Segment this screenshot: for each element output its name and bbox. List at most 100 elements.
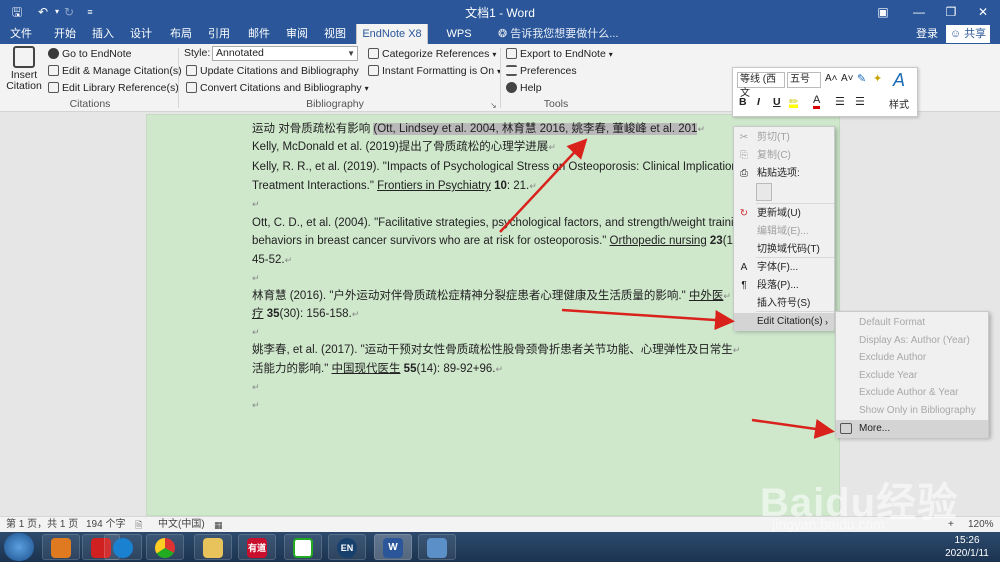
minimize-icon[interactable]: — — [902, 0, 936, 24]
font-color-icon[interactable]: A — [813, 95, 821, 109]
taskbar-youdao[interactable]: 有道 — [238, 534, 276, 560]
insert-citation-button[interactable]: Insert Citation — [6, 46, 42, 96]
login-link[interactable]: 登录 — [916, 24, 938, 44]
document-line[interactable]: ↵ — [252, 323, 260, 341]
taskbar-lang[interactable]: EN — [328, 534, 366, 560]
edit-citations-menu-item[interactable]: Edit Citation(s) › — [734, 313, 834, 331]
submenu-item[interactable]: Show Only in Bibliography — [836, 402, 988, 420]
macro-icon[interactable]: ▦ — [214, 518, 223, 532]
document-line[interactable]: Ott, C. D., et al. (2004). "Facilitative… — [252, 214, 754, 232]
document-line[interactable]: 疗 35(30): 156-158.↵ — [252, 305, 359, 323]
document-line[interactable]: 45-52.↵ — [252, 251, 292, 269]
preferences-button[interactable]: Preferences — [506, 63, 577, 79]
tab-review[interactable]: 审阅 — [280, 24, 314, 44]
page-count[interactable]: 第 1 页，共 1 页 — [6, 518, 78, 532]
proofing-icon[interactable]: 🗎 — [135, 518, 142, 532]
more-menu-item[interactable]: More... — [836, 419, 988, 438]
document-line[interactable]: Treatment Interactions." Frontiers in Ps… — [252, 177, 537, 195]
close-icon[interactable]: ✕ — [966, 0, 1000, 24]
taskbar-chrome[interactable] — [146, 534, 184, 560]
numbering-icon[interactable]: ☰ — [855, 95, 865, 108]
update-citations-button[interactable]: Update Citations and Bibliography — [186, 63, 359, 79]
context-menu-item[interactable]: 编辑域(E)... — [734, 223, 834, 241]
context-menu-item[interactable]: ⎘ 复制(C) — [734, 147, 834, 165]
youdao-icon: 有道 — [247, 538, 267, 558]
document-line[interactable]: 姚李春, et al. (2017). "运动干预对女性骨质疏松性股骨颈骨折患者… — [252, 341, 740, 359]
submenu-item[interactable]: Exclude Author — [836, 349, 988, 367]
document-line[interactable]: behaviors in breast cancer survivors who… — [252, 232, 744, 250]
restore-icon[interactable]: ❐ — [934, 0, 968, 24]
edit-manage-citations-button[interactable]: Edit & Manage Citation(s) — [48, 63, 182, 79]
document-line[interactable]: 林育慧 (2016). "户外运动对伴骨质疏松症精神分裂症患者心理健康及生活质量… — [252, 287, 731, 305]
document-line[interactable]: ↵ — [252, 269, 260, 287]
grow-font-icon[interactable]: A˄ — [825, 73, 838, 84]
context-menu-item[interactable]: ↻ 更新域(U) — [734, 205, 834, 223]
tab-file[interactable]: 文件 — [4, 24, 38, 44]
taskbar-explorer[interactable] — [194, 534, 232, 560]
tab-layout[interactable]: 布局 — [164, 24, 198, 44]
paragraph-mark-icon: ↵ — [252, 199, 260, 209]
document-line[interactable]: ↵ — [252, 396, 260, 414]
taskbar-browser[interactable] — [104, 534, 142, 560]
context-menu-item[interactable]: ✂ 剪切(T) — [734, 129, 834, 147]
go-to-endnote-button[interactable]: Go to EndNote — [48, 46, 131, 62]
document-line[interactable]: Kelly, R. R., et al. (2019). "Impacts of… — [252, 158, 773, 176]
share-button[interactable]: ☺ 共享 — [946, 25, 990, 43]
tell-me-box[interactable]: ❂ 告诉我您想要做什么... — [498, 24, 618, 44]
taskbar-word[interactable]: W — [374, 534, 412, 560]
paste-keep-text-icon[interactable] — [756, 183, 772, 201]
export-label: Export to EndNote — [520, 48, 606, 60]
export-to-endnote-button[interactable]: Export to EndNote ▾ — [506, 46, 613, 62]
instant-formatting-button[interactable]: Instant Formatting is On ▾ — [368, 63, 501, 79]
highlight-icon[interactable]: ✏ — [789, 95, 799, 108]
taskbar-app-3[interactable] — [284, 534, 322, 560]
style-label: Style: — [184, 47, 211, 59]
format-painter-icon[interactable]: ✎ — [857, 72, 866, 85]
language-indicator[interactable]: 中文(中国) — [158, 518, 205, 532]
zoom-level[interactable]: 120% — [968, 518, 994, 532]
italic-button[interactable]: I — [757, 96, 760, 108]
shrink-font-icon[interactable]: A˅ — [841, 73, 854, 84]
ribbon-display-icon[interactable]: ▣ — [866, 0, 900, 24]
document-line[interactable]: ↵ — [252, 195, 260, 213]
start-button[interactable] — [4, 533, 34, 561]
tab-references[interactable]: 引用 — [202, 24, 236, 44]
tab-endnote[interactable]: EndNote X8 — [356, 24, 428, 44]
submenu-item[interactable]: Exclude Author & Year — [836, 384, 988, 402]
paragraph-mark-icon: ↵ — [252, 400, 260, 410]
zoom-in-icon[interactable]: + — [948, 518, 954, 532]
style-select[interactable]: Annotated ▼ — [212, 46, 358, 61]
submenu-item[interactable]: Exclude Year — [836, 367, 988, 385]
help-button[interactable]: Help — [506, 80, 542, 96]
context-menu-item[interactable]: ⎙ 粘贴选项: — [734, 165, 834, 183]
document-line[interactable]: 运动 对骨质疏松有影响 (Ott, Lindsey et al. 2004, 林… — [252, 120, 705, 138]
clear-format-icon[interactable]: ✦ — [873, 72, 882, 85]
submenu-item[interactable]: Default Format — [836, 314, 988, 332]
taskbar-app-4[interactable] — [418, 534, 456, 560]
tab-home[interactable]: 开始 — [48, 24, 82, 44]
tab-mailings[interactable]: 邮件 — [242, 24, 276, 44]
clock[interactable]: 15:26 2020/1/11 — [938, 534, 996, 560]
convert-citations-button[interactable]: Convert Citations and Bibliography ▾ — [186, 80, 369, 96]
document-line[interactable]: Kelly, McDonald et al. (2019)提出了骨质疏松的心理学… — [252, 138, 556, 156]
lightbulb-icon: ❂ — [498, 28, 511, 40]
taskbar-app-1[interactable] — [42, 534, 80, 560]
bold-button[interactable]: B — [739, 96, 747, 108]
tab-design[interactable]: 设计 — [124, 24, 158, 44]
edit-library-reference-button[interactable]: Edit Library Reference(s) — [48, 80, 179, 96]
document-line[interactable]: 活能力的影响." 中国现代医生 55(14): 89-92+96.↵ — [252, 360, 503, 378]
categorize-references-button[interactable]: Categorize References ▾ — [368, 46, 496, 62]
tab-view[interactable]: 视图 — [318, 24, 352, 44]
submenu-item[interactable]: Display As: Author (Year) — [836, 332, 988, 350]
context-menu-item[interactable]: A 字体(F)... — [734, 259, 834, 277]
tab-insert[interactable]: 插入 — [86, 24, 120, 44]
underline-button[interactable]: U — [773, 96, 781, 108]
size-select[interactable]: 五号 — [787, 72, 821, 88]
font-select[interactable]: 等线 (西文 — [737, 72, 785, 99]
bullets-icon[interactable]: ☰ — [835, 95, 845, 108]
word-count[interactable]: 194 个字 — [86, 518, 125, 532]
context-menu-item[interactable]: ¶ 段落(P)... — [734, 277, 834, 295]
styles-icon[interactable]: A — [893, 70, 905, 91]
document-line[interactable]: ↵ — [252, 378, 260, 396]
tab-wps-pdf[interactable]: WPS PDF — [434, 24, 484, 60]
